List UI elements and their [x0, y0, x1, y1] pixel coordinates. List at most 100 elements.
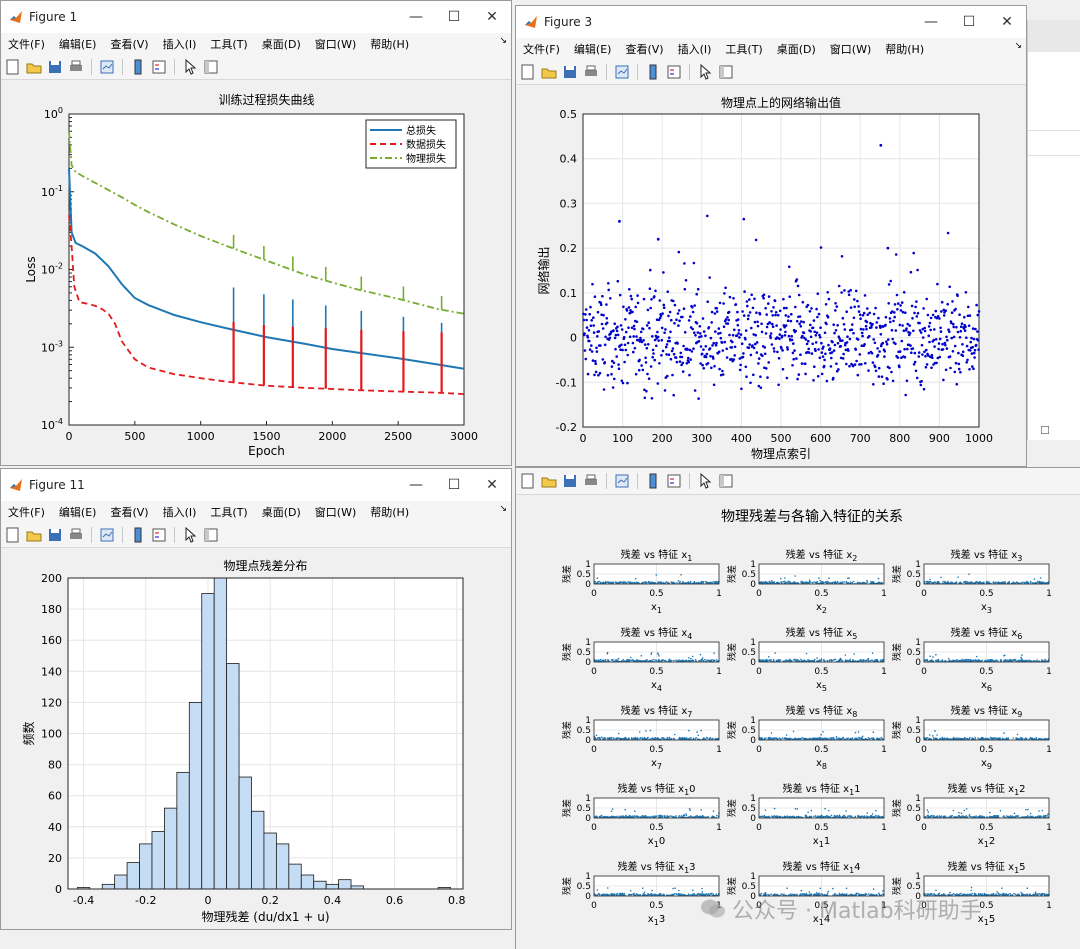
close-button[interactable]: ✕ [988, 6, 1026, 38]
menu-file[interactable]: 文件(F) [1, 504, 52, 520]
scatter-point [961, 354, 965, 358]
menu-window[interactable]: 窗口(W) [308, 504, 363, 520]
menu-file[interactable]: 文件(F) [516, 41, 567, 57]
menu-desktop[interactable]: 桌面(D) [770, 41, 823, 57]
new-figure-icon[interactable] [4, 58, 22, 76]
maximize-button[interactable]: ☐ [950, 6, 988, 38]
subplot-point [701, 580, 704, 583]
scatter-point [957, 367, 961, 371]
subplot-point [713, 652, 715, 654]
menu-window[interactable]: 窗口(W) [823, 41, 878, 57]
print-icon[interactable] [582, 472, 600, 490]
open-file-icon[interactable] [540, 63, 558, 81]
maximize-button[interactable]: ☐ [435, 469, 473, 501]
open-file-icon[interactable] [540, 472, 558, 490]
colorbar-icon[interactable] [644, 63, 662, 81]
edit-pointer-icon[interactable] [696, 472, 714, 490]
legend-icon[interactable] [150, 58, 168, 76]
legend-icon[interactable] [665, 472, 683, 490]
scatter-point [839, 344, 843, 348]
new-figure-icon[interactable] [4, 526, 22, 544]
maximize-icon[interactable]: ☐ [1040, 424, 1050, 437]
scatter-point [877, 366, 881, 370]
scatter-point [830, 351, 834, 354]
menu-view[interactable]: 查看(V) [103, 36, 155, 52]
menu-insert[interactable]: 插入(I) [671, 41, 719, 57]
menu-edit[interactable]: 编辑(E) [567, 41, 619, 57]
menu-desktop[interactable]: 桌面(D) [255, 36, 308, 52]
property-editor-icon[interactable] [202, 526, 220, 544]
print-icon[interactable] [67, 58, 85, 76]
subplot-point [610, 810, 613, 813]
figure11-titlebar[interactable]: Figure 11 — ☐ ✕ [1, 469, 511, 501]
property-editor-icon[interactable] [202, 58, 220, 76]
subplot-point [935, 815, 938, 818]
link-plot-icon[interactable] [98, 526, 116, 544]
scatter-point [893, 315, 896, 319]
subplot-point [961, 815, 964, 818]
close-button[interactable]: ✕ [473, 1, 511, 33]
menu-help[interactable]: 帮助(H) [878, 41, 931, 57]
subplot-y-tick: 0.5 [742, 648, 756, 658]
figure1-titlebar[interactable]: Figure 1 — ☐ ✕ [1, 1, 511, 33]
link-plot-icon[interactable] [613, 63, 631, 81]
dock-arrow-icon[interactable]: ↘ [1014, 41, 1022, 51]
subplot-x-tick: 0.5 [814, 745, 828, 755]
open-file-icon[interactable] [25, 526, 43, 544]
property-editor-icon[interactable] [717, 472, 735, 490]
menu-tools[interactable]: 工具(T) [718, 41, 769, 57]
legend-label: 物理损失 [406, 152, 446, 165]
subplot-point [955, 660, 958, 662]
menu-file[interactable]: 文件(F) [1, 36, 52, 52]
dock-arrow-icon[interactable]: ↘ [499, 504, 507, 514]
menu-edit[interactable]: 编辑(E) [52, 36, 104, 52]
maximize-button[interactable]: ☐ [435, 1, 473, 33]
scatter-point [796, 284, 800, 288]
menu-insert[interactable]: 插入(I) [156, 504, 204, 520]
print-icon[interactable] [67, 526, 85, 544]
link-plot-icon[interactable] [98, 58, 116, 76]
legend-icon[interactable] [150, 526, 168, 544]
colorbar-icon[interactable] [644, 472, 662, 490]
save-icon[interactable] [46, 58, 64, 76]
toolbar-separator [91, 59, 92, 75]
menu-edit[interactable]: 编辑(E) [52, 504, 104, 520]
new-figure-icon[interactable] [519, 63, 537, 81]
edit-pointer-icon[interactable] [181, 526, 199, 544]
open-file-icon[interactable] [25, 58, 43, 76]
colorbar-icon[interactable] [129, 526, 147, 544]
new-figure-icon[interactable] [519, 472, 537, 490]
save-icon[interactable] [561, 472, 579, 490]
menu-tools[interactable]: 工具(T) [203, 504, 254, 520]
colorbar-icon[interactable] [129, 58, 147, 76]
property-editor-icon[interactable] [717, 63, 735, 81]
edit-pointer-icon[interactable] [696, 63, 714, 81]
print-icon[interactable] [582, 63, 600, 81]
minimize-button[interactable]: — [912, 6, 950, 38]
menu-desktop[interactable]: 桌面(D) [255, 504, 308, 520]
scatter-point [598, 371, 602, 375]
edit-pointer-icon[interactable] [181, 58, 199, 76]
scatter-point [829, 365, 833, 368]
subplot-point [867, 736, 870, 739]
minimize-button[interactable]: — [397, 469, 435, 501]
menu-window[interactable]: 窗口(W) [308, 36, 363, 52]
subplot-y-tick: 0.5 [577, 804, 591, 814]
link-plot-icon[interactable] [613, 472, 631, 490]
menu-view[interactable]: 查看(V) [618, 41, 670, 57]
legend-icon[interactable] [665, 63, 683, 81]
save-icon[interactable] [561, 63, 579, 81]
subplot-point [818, 815, 820, 818]
figure3-titlebar[interactable]: Figure 3 — ☐ ✕ [516, 6, 1026, 38]
menu-view[interactable]: 查看(V) [103, 504, 155, 520]
scatter-point [956, 330, 960, 334]
menu-help[interactable]: 帮助(H) [363, 504, 416, 520]
menu-insert[interactable]: 插入(I) [156, 36, 204, 52]
minimize-button[interactable]: — [397, 1, 435, 33]
menu-help[interactable]: 帮助(H) [363, 36, 416, 52]
menu-tools[interactable]: 工具(T) [203, 36, 254, 52]
save-icon[interactable] [46, 526, 64, 544]
subplot-point [949, 738, 951, 740]
close-button[interactable]: ✕ [473, 469, 511, 501]
dock-arrow-icon[interactable]: ↘ [499, 36, 507, 46]
